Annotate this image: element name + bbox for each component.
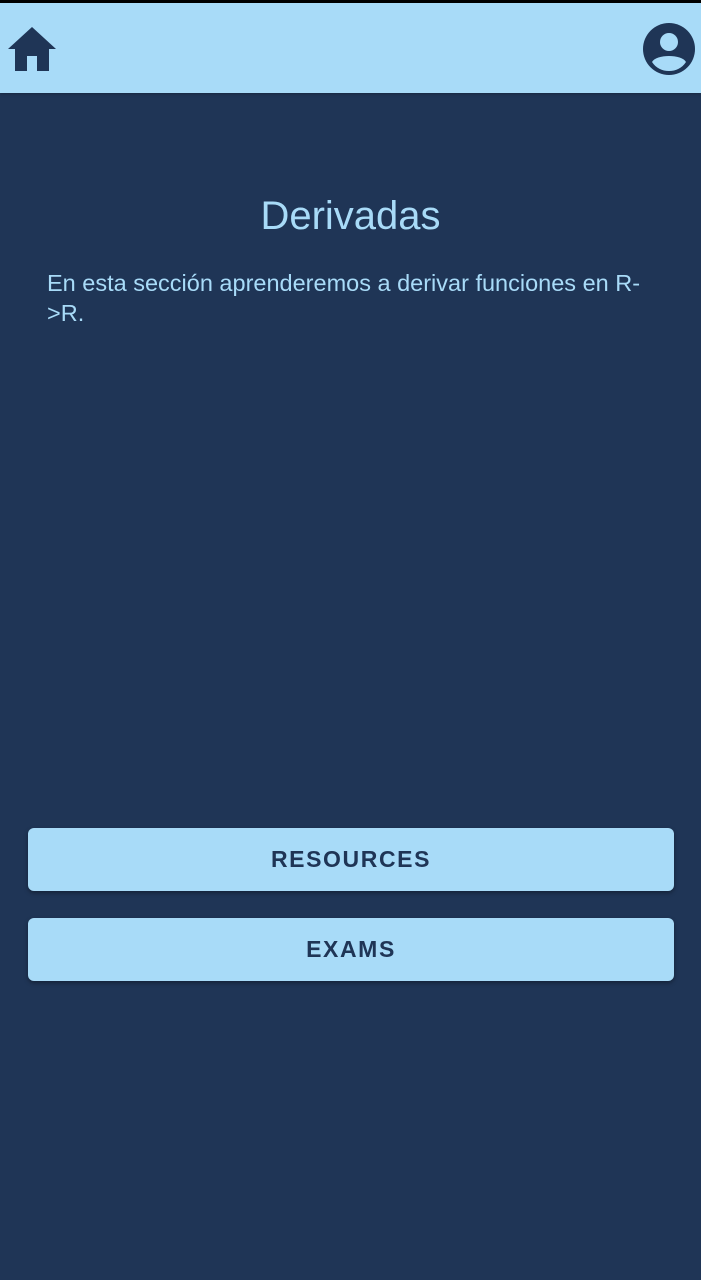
home-button[interactable] xyxy=(6,25,58,73)
exams-button[interactable]: EXAMS xyxy=(28,918,674,981)
exams-button-label: EXAMS xyxy=(306,936,396,962)
home-icon xyxy=(8,27,56,71)
app-bar xyxy=(0,3,701,93)
page-title: Derivadas xyxy=(260,194,441,238)
resources-button[interactable]: RESOURCES xyxy=(28,828,674,891)
account-circle-icon xyxy=(643,23,695,75)
section-description: En esta sección aprenderemos a derivar f… xyxy=(47,270,641,326)
resources-button-label: RESOURCES xyxy=(270,846,432,872)
profile-button[interactable] xyxy=(642,22,696,76)
